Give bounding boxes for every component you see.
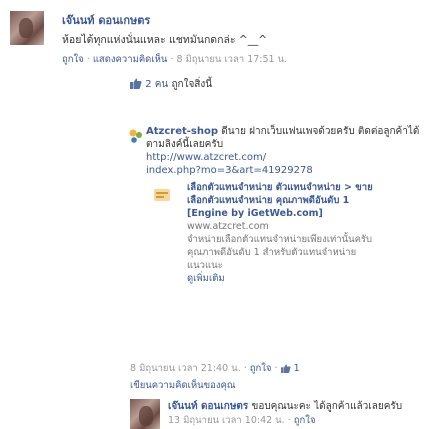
preview-desc-1: จำหน่ายเลือกตัวแทนจำหน่ายเพียงเท่านั้นคร… — [187, 234, 373, 245]
preview-desc-3: แนวแนะ — [187, 260, 223, 271]
shared-meta: 8 มิถุนายน เวลา 21:40 น. · ถูกใจ · 1 — [130, 361, 300, 376]
share-icon — [129, 129, 142, 143]
comment-link[interactable]: ถูกใจ — [62, 54, 84, 65]
comment-text: ขอบคุณนะคะ ได้ลูกค้าแล้วเลยครับ — [251, 401, 403, 412]
thumbs-up-icon — [280, 364, 291, 373]
preview-title-3[interactable]: [Engine by iGetWeb.com] — [187, 207, 417, 220]
share-author[interactable]: Atzcret-shop — [146, 126, 218, 137]
likes-label: ถูกใจสิ่งนี้ — [171, 79, 213, 90]
meta-separator: · — [86, 54, 90, 65]
link-preview[interactable]: เลือกตัวแทนจำหน่าย ตัวแทนจำหน่าย > ขาย เ… — [187, 181, 417, 285]
post-message: ห้อยได้ทุกแห่งนั่นแหละ แชทมันกดกล่ะ ^__^ — [62, 34, 267, 46]
preview-title-1[interactable]: เลือกตัวแทนจำหน่าย ตัวแทนจำหน่าย > ขาย — [187, 181, 417, 194]
thumbs-up-icon — [130, 78, 142, 89]
share-url-cont[interactable]: index.php?mo=3&art=41929278 — [146, 164, 425, 177]
post-author[interactable]: เจ๊นนท์ ดอนเกษตร — [62, 11, 150, 29]
view-comments-link[interactable]: แสดงความคิดเห็น — [93, 54, 168, 65]
shared-like-link[interactable]: ถูกใจ — [250, 363, 272, 374]
preview-desc-2: คุณภาพดีอันดับ 1 สำหรับตัวแทนจำหน่าย — [187, 247, 357, 258]
shared-like-count[interactable]: 1 — [294, 363, 300, 374]
post-meta: ถูกใจ · แสดงความคิดเห็น · 8 มิถุนายน เวล… — [62, 52, 287, 67]
shared-message: Atzcret-shop ดีนาย ฝากเว็บแฟนเพจด้วยครับ… — [146, 125, 425, 177]
link-preview-icon — [154, 189, 170, 201]
preview-domain: www.atzcret.com — [187, 221, 269, 232]
shared-timestamp[interactable]: 8 มิถุนายน เวลา 21:40 น. — [130, 363, 241, 374]
comment-timestamp[interactable]: 13 มิถุนายน เวลา 10:42 น. — [168, 415, 285, 426]
author-avatar[interactable] — [10, 11, 44, 45]
share-url[interactable]: http://www.atzcret.com/ — [146, 151, 425, 164]
post-timestamp[interactable]: 8 มิถุนายน เวลา 17:51 น. — [176, 54, 287, 65]
comment-author[interactable]: เจ๊นนท์ ดอนเกษตร — [168, 401, 248, 412]
meta-separator: · — [170, 54, 174, 65]
comment-line: เจ๊นนท์ ดอนเกษตร ขอบคุณนะคะ ได้ลูกค้าแล้… — [168, 399, 402, 414]
likes-row: 2 คน ถูกใจสิ่งนี้ — [130, 77, 212, 92]
meta-separator: · — [274, 363, 278, 374]
likes-count[interactable]: 2 คน — [145, 79, 168, 90]
comment-meta: 13 มิถุนายน เวลา 10:42 น. · ถูกใจ — [168, 413, 316, 428]
write-comment-link[interactable]: เขียนความคิดเห็นของคุณ — [130, 378, 236, 393]
preview-title-2[interactable]: เลือกตัวแทนจำหน่าย คุณภาพดีอันดับ 1 — [187, 194, 417, 207]
meta-separator: · — [243, 363, 247, 374]
feed-post: เจ๊นนท์ ดอนเกษตร ห้อยได้ทุกแห่งนั่นแหละ … — [0, 0, 425, 429]
comment-like-link[interactable]: ถูกใจ — [294, 415, 316, 426]
see-more-link[interactable]: ดูเพิ่มเติม — [187, 272, 417, 285]
meta-separator: · — [287, 415, 291, 426]
